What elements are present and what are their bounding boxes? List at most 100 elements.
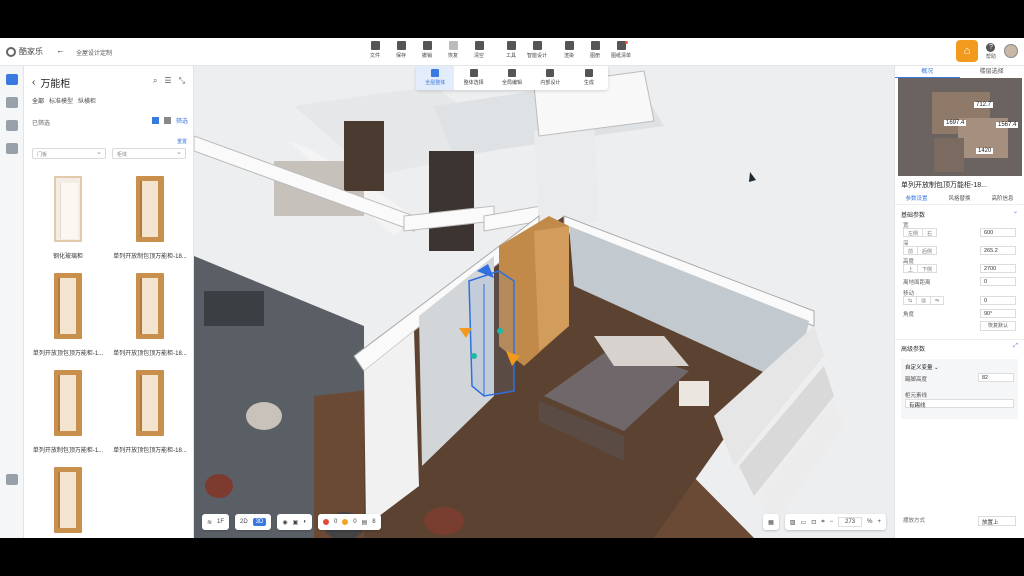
search-icon[interactable]: ⌕ <box>153 76 157 86</box>
zoom-value[interactable]: 273 <box>838 517 863 527</box>
ground-input[interactable]: 0 <box>980 277 1016 286</box>
smart-design-button[interactable]: 智能设计 <box>524 41 550 59</box>
app-logo[interactable]: 酷家乐 <box>6 46 43 57</box>
door-select[interactable]: 门板 <box>32 148 106 159</box>
catalog-item[interactable] <box>30 461 106 538</box>
width-input[interactable]: 600 <box>980 228 1016 237</box>
catalog-item[interactable]: 单列开放顶包顶万能柜-18... <box>112 267 188 359</box>
avatar[interactable] <box>1004 44 1018 58</box>
kick-line-select[interactable]: 有踢线 <box>905 399 1014 409</box>
align-icon: ▥ <box>917 297 931 304</box>
global-edit-button[interactable]: 全局编辑 <box>493 66 531 90</box>
whole-house-button[interactable]: 全屋整体 <box>416 66 455 90</box>
custom-variables-title[interactable]: 自定义变量 <box>905 363 939 371</box>
catalog-rail-icon[interactable] <box>5 74 18 85</box>
generate-button[interactable]: 生成 <box>570 66 608 90</box>
chair <box>246 402 282 430</box>
save-button[interactable]: 保存 <box>388 41 414 59</box>
tab-overview[interactable]: 概况 <box>895 66 960 78</box>
material-icon[interactable]: ◐ <box>303 519 307 525</box>
catalog-item[interactable]: 单列开放顶包顶万能柜-1... <box>30 267 106 359</box>
mode-3d[interactable]: 3D <box>252 518 267 526</box>
advanced-params-header[interactable]: 高级参数 <box>895 339 1024 357</box>
height-input[interactable]: 2700 <box>980 264 1016 273</box>
select-all-button[interactable]: 整体选择 <box>454 66 492 90</box>
furniture-rail-icon[interactable] <box>5 143 18 154</box>
rotate-select[interactable]: 90° <box>980 309 1016 318</box>
3d-viewport[interactable]: 全屋整体 整体选择 全局编辑 内部设计 生成 ≋ 1F 2D 3D ◉ ▣ ◐ 0 0 … <box>194 66 894 538</box>
placement-select[interactable]: 放置上 <box>978 516 1016 526</box>
album-button[interactable]: 图册 <box>582 41 608 59</box>
redo-button[interactable]: 恢复 <box>440 41 466 59</box>
list-view-icon[interactable] <box>163 117 171 124</box>
question-icon: ? <box>986 43 996 52</box>
kick-height-input[interactable]: 82 <box>978 373 1014 382</box>
minimap[interactable]: 712.7 1697.4 1567.4 1420 <box>898 78 1022 176</box>
view-mode-toggle[interactable]: 2D 3D <box>235 514 272 530</box>
catalog-item[interactable]: 单列开放顶包顶万能柜-18... <box>112 364 188 456</box>
catalog-title: 万能柜 <box>40 79 71 90</box>
drawing-list-button[interactable]: 图纸清单 <box>608 41 634 59</box>
grid-view-icon[interactable] <box>151 117 159 124</box>
screen-icon[interactable]: ▭ <box>801 519 807 526</box>
tab-standard[interactable]: 标准模型 <box>49 96 73 105</box>
filter-button[interactable]: 筛选 <box>176 116 188 125</box>
app-name: 酷家乐 <box>19 47 43 56</box>
tab-vertical[interactable]: 纵横柜 <box>78 96 96 105</box>
reset-link[interactable]: 重置 <box>177 138 187 145</box>
move-input[interactable]: 0 <box>980 296 1016 305</box>
list-icon[interactable]: ☰ <box>164 76 171 86</box>
tools-button[interactable]: 工具 <box>498 41 524 59</box>
eye-icon[interactable]: ◉ <box>282 519 287 526</box>
check-status[interactable]: 0 0 ▤ 8 <box>317 514 381 530</box>
height-anchor[interactable]: 上下侧 <box>903 264 938 273</box>
mode-2d[interactable]: 2D <box>240 519 248 525</box>
display-options[interactable]: ◉ ▣ ◐ <box>277 514 312 530</box>
door-upper <box>429 151 474 251</box>
file-button[interactable]: 文件 <box>362 41 388 59</box>
nightstand <box>679 381 709 406</box>
clear-button[interactable]: 清空 <box>466 41 492 59</box>
model-rail-icon[interactable] <box>5 97 18 108</box>
tab-all[interactable]: 全部 <box>32 96 44 105</box>
basic-params-header[interactable]: 基础参数 <box>895 205 1024 221</box>
cube-icon[interactable]: ▣ <box>293 519 299 526</box>
overview-tabs: 概况 楼层选择 <box>895 66 1024 78</box>
undo-button[interactable]: 撤销 <box>414 41 440 59</box>
catalog-item[interactable]: 单列开放制包顶万能柜-18... <box>112 170 188 262</box>
layout-button[interactable]: ▦ <box>763 514 779 530</box>
interior-design-button[interactable]: 内部设计 <box>531 66 569 90</box>
width-anchor[interactable]: 左侧右 <box>903 228 938 237</box>
catalog-item[interactable]: 单列开放制包顶万能柜-1... <box>30 364 106 456</box>
help-button[interactable]: ? 帮助 <box>986 42 996 60</box>
render-button[interactable]: 渲染 <box>556 41 582 59</box>
view-tools[interactable]: ▨ ▭ ⊡ ⌗ − 273 % + <box>784 514 886 530</box>
back-arrow-icon[interactable]: ← <box>56 45 65 55</box>
depth-anchor[interactable]: 前后侧 <box>903 246 938 255</box>
catalog-item[interactable]: 钢化玻璃柜 <box>30 170 106 262</box>
more-rail-icon[interactable] <box>5 474 18 485</box>
project-name[interactable]: 全屋设计定制 <box>76 48 112 57</box>
floor-selector[interactable]: ≋ 1F <box>202 514 230 530</box>
user-rail-icon[interactable] <box>5 120 18 131</box>
tab-floor-select[interactable]: 楼层选择 <box>960 66 1024 78</box>
zoom-out-icon[interactable]: − <box>830 519 834 525</box>
move-mode[interactable]: ⇆ ▥ ⇋ <box>903 296 945 305</box>
room-scene[interactable] <box>194 66 894 538</box>
catalog-header: ‹ 万能柜 <box>32 75 70 90</box>
armchair-2 <box>424 507 464 535</box>
tab-params[interactable]: 参数设置 <box>895 194 938 202</box>
restore-default-button[interactable]: 恢复默认 <box>980 321 1016 331</box>
zoom-in-icon[interactable]: + <box>877 519 881 525</box>
brand-home-icon[interactable]: ⌂ <box>955 40 978 62</box>
crop-icon[interactable]: ⌗ <box>821 519 824 526</box>
image-icon[interactable]: ▨ <box>790 519 796 526</box>
depth-input[interactable]: 265.2 <box>980 246 1016 255</box>
tab-style[interactable]: 风格替换 <box>938 194 981 202</box>
cabinet-select[interactable]: 柜体 <box>112 148 186 159</box>
collapse-icon[interactable]: ⤡ <box>179 76 185 86</box>
back-chevron-icon[interactable]: ‹ <box>32 77 35 88</box>
tab-advanced-info[interactable]: 高阶信息 <box>981 194 1024 202</box>
fit-icon[interactable]: ⊡ <box>811 519 816 526</box>
move-icon: ⇆ <box>904 297 918 304</box>
